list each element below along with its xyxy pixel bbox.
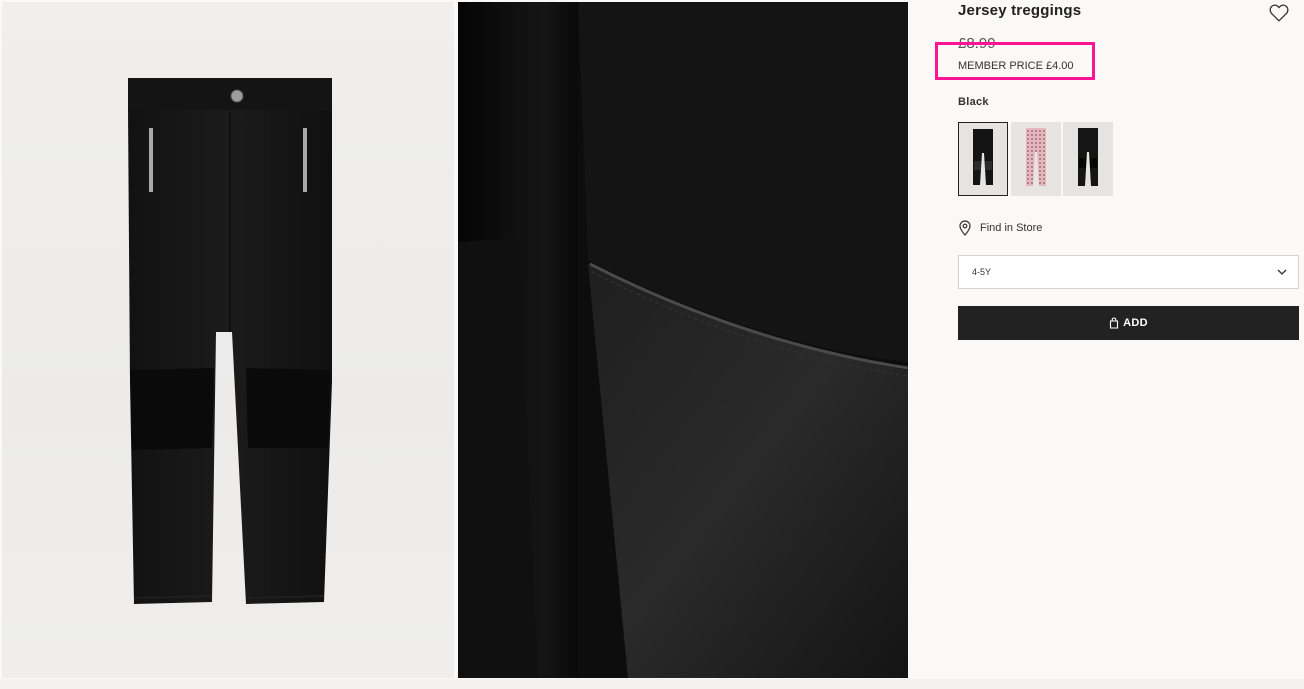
- find-in-store-link[interactable]: Find in Store: [958, 220, 1042, 236]
- product-title: Jersey treggings: [958, 2, 1082, 19]
- favorite-button[interactable]: [1268, 2, 1290, 24]
- fabric-closeup-photo: [458, 2, 908, 678]
- size-selected-value: 4-5Y: [972, 267, 992, 277]
- black-treggings-thumb-icon: [959, 123, 1007, 195]
- chevron-down-icon: [1277, 269, 1287, 275]
- swatch-black[interactable]: [958, 122, 1008, 196]
- size-dropdown[interactable]: 4-5Y: [958, 255, 1299, 289]
- product-page: Jersey treggings £8.99 MEMBER PRICE £4.0…: [0, 0, 1304, 689]
- treggings-photo: [128, 78, 332, 604]
- member-price-highlight-box: [935, 42, 1095, 80]
- location-pin-icon: [959, 220, 971, 236]
- pink-check-treggings-thumb-icon: [1011, 122, 1061, 196]
- swatch-black-knee-patch[interactable]: [1063, 122, 1113, 196]
- product-image-detail[interactable]: [458, 2, 908, 678]
- black-knee-patch-treggings-thumb-icon: [1063, 122, 1113, 196]
- product-details-panel: Jersey treggings £8.99 MEMBER PRICE £4.0…: [935, 0, 1304, 689]
- product-image-main[interactable]: [2, 2, 454, 678]
- add-button-label: ADD: [1123, 317, 1148, 329]
- selected-color-name: Black: [958, 96, 989, 108]
- swatch-pink-check[interactable]: [1011, 122, 1061, 196]
- add-to-bag-button[interactable]: ADD: [958, 306, 1299, 340]
- find-in-store-label: Find in Store: [980, 222, 1043, 234]
- shopping-bag-icon: [1110, 317, 1119, 329]
- heart-icon: [1269, 4, 1289, 22]
